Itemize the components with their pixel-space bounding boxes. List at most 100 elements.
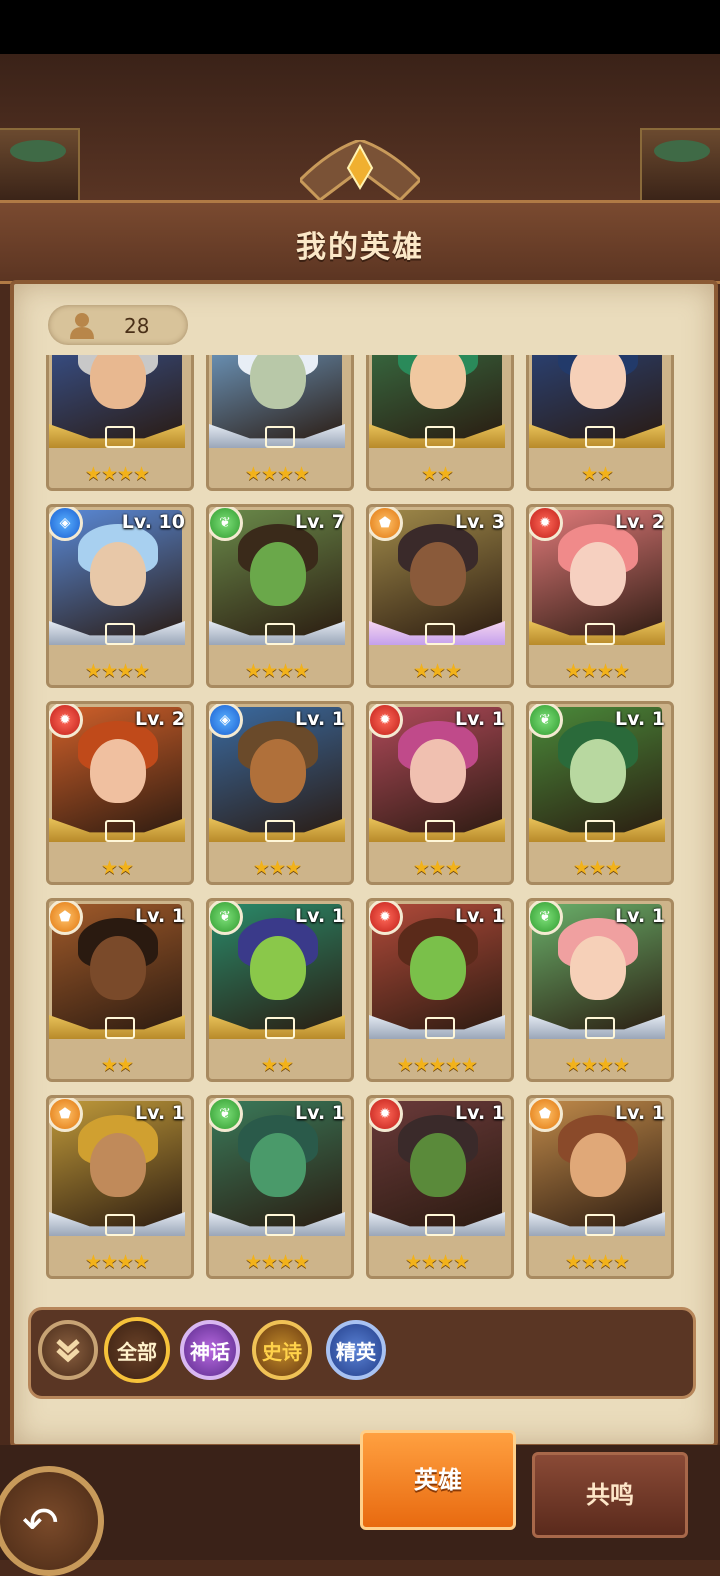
hero-face [410, 936, 466, 1000]
nature-element-icon: ❦ [529, 901, 563, 935]
filter-elite-button[interactable]: 精英 [326, 1320, 386, 1380]
rank-emblem-icon [585, 426, 615, 448]
rank-emblem-icon [425, 1017, 455, 1039]
status-bar [0, 0, 720, 54]
hero-level: Lv. 1 [455, 708, 505, 730]
hero-level: Lv. 1 [135, 905, 185, 927]
hero-face [90, 1133, 146, 1197]
hero-face [250, 1133, 306, 1197]
hero-card[interactable]: ★★★★★ Lv. 1 ✹ [366, 898, 514, 1082]
star-rating: ★★★ [572, 857, 622, 879]
right-pillar-ornament [640, 128, 720, 202]
hero-card[interactable]: ★★★★ Lv. 2 ✹ [526, 504, 674, 688]
hero-face [250, 542, 306, 606]
hero-card[interactable]: ★★★★ Lv. 1 ✹ [366, 1095, 514, 1279]
star-rating: ★★★★ [564, 660, 630, 682]
star-rating: ★★★★ [84, 463, 150, 485]
hero-level: Lv. 3 [455, 511, 505, 533]
fire-element-icon: ✹ [49, 704, 83, 738]
star-rating: ★★★★ [84, 660, 150, 682]
hero-level: Lv. 1 [295, 905, 345, 927]
hero-level: Lv. 1 [135, 1102, 185, 1124]
rank-emblem-icon [105, 623, 135, 645]
rank-emblem-icon [585, 820, 615, 842]
rank-emblem-icon [265, 426, 295, 448]
rank-emblem-icon [105, 820, 135, 842]
star-rating: ★★★ [412, 857, 462, 879]
rank-emblem-icon [265, 623, 295, 645]
hero-face [250, 739, 306, 803]
star-rating: ★★★★ [244, 660, 310, 682]
hero-face [90, 355, 146, 409]
hero-card[interactable]: ★★★ Lv. 1 ✹ [366, 701, 514, 885]
hero-card[interactable]: ★★ [366, 355, 514, 491]
fire-element-icon: ✹ [369, 704, 403, 738]
hero-card[interactable]: ★★ Lv. 1 ⬟ [46, 898, 194, 1082]
star-rating: ★★ [260, 1054, 294, 1076]
light-element-icon: ⬟ [369, 507, 403, 541]
rank-emblem-icon [425, 1214, 455, 1236]
hero-count-badge: 28 [48, 305, 188, 345]
star-rating: ★★★★ [84, 1251, 150, 1273]
hero-level: Lv. 1 [455, 1102, 505, 1124]
rank-emblem-icon [105, 426, 135, 448]
star-rating: ★★★ [252, 857, 302, 879]
hero-card[interactable]: ★★★★ [206, 355, 354, 491]
water-element-icon: ◈ [209, 704, 243, 738]
left-pillar-ornament [0, 128, 80, 202]
hero-card[interactable]: ★★★★ Lv. 1 ❦ [206, 1095, 354, 1279]
filter-epic-button[interactable]: 史诗 [252, 1320, 312, 1380]
hero-card[interactable]: ★★★★ Lv. 7 ❦ [206, 504, 354, 688]
hero-face [570, 739, 626, 803]
water-element-icon: ◈ [49, 507, 83, 541]
hero-face [90, 936, 146, 1000]
hero-card[interactable]: ★★★★ Lv. 10 ◈ [46, 504, 194, 688]
star-rating: ★★ [100, 857, 134, 879]
hero-card[interactable]: ★★ Lv. 1 ❦ [206, 898, 354, 1082]
hero-card[interactable]: ★★★★ [46, 355, 194, 491]
tab-resonance[interactable]: 共鸣 [532, 1452, 688, 1538]
hero-count: 28 [124, 314, 150, 338]
hero-card[interactable]: ★★ Lv. 2 ✹ [46, 701, 194, 885]
tab-heroes[interactable]: 英雄 [360, 1430, 516, 1530]
hero-card[interactable]: ★★ [526, 355, 674, 491]
rank-emblem-icon [425, 623, 455, 645]
hero-grid[interactable]: ★★★★ ★★★★ ★★ ★★ ★★★★ Lv. 10 ◈ ★★★★ Lv. 7 ❦ ★★★ Lv. … [46, 355, 674, 1300]
hero-face [90, 542, 146, 606]
nature-element-icon: ❦ [209, 1098, 243, 1132]
star-rating: ★★★★ [244, 463, 310, 485]
rank-emblem-icon [585, 1214, 615, 1236]
hero-face [570, 936, 626, 1000]
light-element-icon: ⬟ [49, 901, 83, 935]
collapse-filter-button[interactable] [38, 1320, 98, 1380]
hero-level: Lv. 2 [135, 708, 185, 730]
star-rating: ★★ [100, 1054, 134, 1076]
hero-level: Lv. 2 [615, 511, 665, 533]
filter-mythic-button[interactable]: 神话 [180, 1320, 240, 1380]
rank-emblem-icon [265, 820, 295, 842]
rank-emblem-icon [585, 623, 615, 645]
light-element-icon: ⬟ [49, 1098, 83, 1132]
rank-emblem-icon [425, 426, 455, 448]
nature-element-icon: ❦ [209, 507, 243, 541]
page-title: 我的英雄 [296, 230, 424, 265]
rank-emblem-icon [105, 1017, 135, 1039]
hero-card[interactable]: ★★★★ Lv. 1 ⬟ [526, 1095, 674, 1279]
light-element-icon: ⬟ [529, 1098, 563, 1132]
hero-card[interactable]: ★★★★ Lv. 1 ❦ [526, 898, 674, 1082]
rank-emblem-icon [425, 820, 455, 842]
hero-face [90, 739, 146, 803]
hero-level: Lv. 10 [121, 511, 185, 533]
hero-level: Lv. 1 [455, 905, 505, 927]
filter-all-button[interactable]: 全部 [104, 1317, 170, 1383]
hero-level: Lv. 1 [615, 905, 665, 927]
hero-card[interactable]: ★★★ Lv. 1 ◈ [206, 701, 354, 885]
hero-card[interactable]: ★★★ Lv. 1 ❦ [526, 701, 674, 885]
hero-card[interactable]: ★★★ Lv. 3 ⬟ [366, 504, 514, 688]
star-rating: ★★★★★ [396, 1054, 478, 1076]
hero-level: Lv. 1 [615, 1102, 665, 1124]
star-rating: ★★★★ [244, 1251, 310, 1273]
hero-face [570, 542, 626, 606]
hero-card[interactable]: ★★★★ Lv. 1 ⬟ [46, 1095, 194, 1279]
hero-face [410, 355, 466, 409]
